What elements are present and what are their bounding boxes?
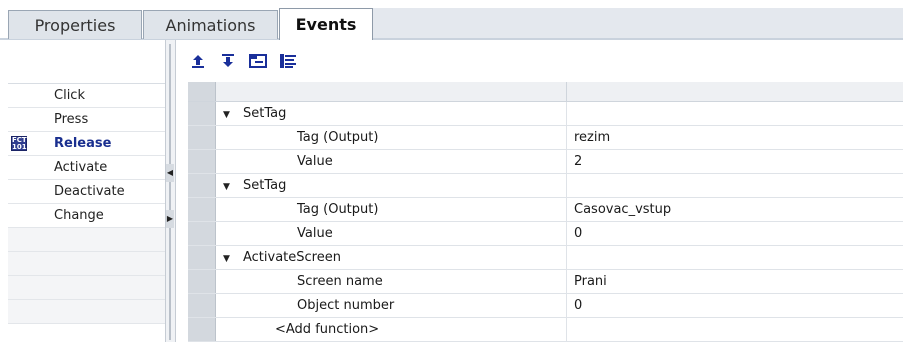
collapse-triangle-icon[interactable]: ▼ xyxy=(223,176,237,199)
grid-header-name xyxy=(217,82,567,101)
table-row[interactable]: Screen name Prani xyxy=(188,270,903,294)
event-list: Click Press FCT 101 Release Activate Deac… xyxy=(8,40,166,342)
row-header-cell[interactable] xyxy=(188,126,216,149)
tab-animations[interactable]: Animations xyxy=(143,10,278,39)
event-item-deactivate[interactable]: Deactivate xyxy=(8,180,165,204)
splitter-line xyxy=(169,44,171,340)
grid-header-row xyxy=(188,82,903,102)
table-row[interactable]: ▼ SetTag xyxy=(188,174,903,198)
row-header-cell[interactable] xyxy=(188,174,216,197)
parameter-name: Value xyxy=(217,222,567,245)
event-item-change[interactable]: Change xyxy=(8,204,165,228)
event-list-empty-row xyxy=(8,276,165,300)
move-down-icon[interactable] xyxy=(217,50,239,72)
function-value xyxy=(568,174,903,197)
event-list-header xyxy=(8,40,165,84)
table-row[interactable]: Tag (Output) rezim xyxy=(188,126,903,150)
row-header-cell[interactable] xyxy=(188,102,216,125)
tab-bar-fill xyxy=(372,8,903,38)
event-list-empty-row xyxy=(8,252,165,276)
row-header-cell[interactable] xyxy=(188,294,216,317)
collapse-all-icon[interactable] xyxy=(277,50,299,72)
row-header-cell[interactable] xyxy=(188,318,216,341)
parameter-name: Value xyxy=(217,150,567,173)
parameter-value[interactable]: 0 xyxy=(568,294,903,317)
table-row[interactable]: ▼ SetTag xyxy=(188,102,903,126)
event-item-click[interactable]: Click xyxy=(8,84,165,108)
parameter-name: Screen name xyxy=(217,270,567,293)
parameter-value[interactable]: Prani xyxy=(568,270,903,293)
event-item-press[interactable]: Press xyxy=(8,108,165,132)
expand-right-icon[interactable]: ▶ xyxy=(166,210,174,228)
parameter-name: Tag (Output) xyxy=(217,126,567,149)
collapse-triangle-icon[interactable]: ▼ xyxy=(223,104,237,127)
parameter-value[interactable]: 0 xyxy=(568,222,903,245)
table-row[interactable]: Value 2 xyxy=(188,150,903,174)
row-header-cell[interactable] xyxy=(188,246,216,269)
table-row[interactable]: Tag (Output) Casovac_vstup xyxy=(188,198,903,222)
tab-properties[interactable]: Properties xyxy=(8,10,142,39)
event-list-empty-row xyxy=(8,300,165,324)
grid-header-value xyxy=(568,82,903,101)
parameter-value[interactable]: Casovac_vstup xyxy=(568,198,903,221)
tab-bar: Properties Animations Events xyxy=(0,0,903,40)
event-item-label: Release xyxy=(54,136,112,151)
collapse-left-icon[interactable]: ◀ xyxy=(166,164,174,182)
event-item-release[interactable]: FCT 101 Release xyxy=(8,132,165,156)
parameter-name: Tag (Output) xyxy=(217,198,567,221)
move-up-icon[interactable] xyxy=(187,50,209,72)
parameter-name: Object number xyxy=(217,294,567,317)
function-list-icon: FCT 101 xyxy=(11,136,27,151)
table-row[interactable]: Value 0 xyxy=(188,222,903,246)
row-header-cell[interactable] xyxy=(188,198,216,221)
tab-events[interactable]: Events xyxy=(279,8,373,40)
panel-splitter[interactable]: ◀ ▶ xyxy=(166,40,176,342)
row-header-cell[interactable] xyxy=(188,150,216,173)
event-list-empty-row xyxy=(8,228,165,252)
event-item-activate[interactable]: Activate xyxy=(8,156,165,180)
table-row[interactable]: Object number 0 xyxy=(188,294,903,318)
collapse-triangle-icon[interactable]: ▼ xyxy=(223,248,237,271)
parameter-value[interactable]: rezim xyxy=(568,126,903,149)
expand-all-icon[interactable] xyxy=(247,50,269,72)
function-value xyxy=(568,246,903,269)
add-function-cell[interactable]: <Add function> xyxy=(217,318,567,341)
row-header-cell xyxy=(188,82,216,101)
function-name: ActivateScreen xyxy=(243,250,341,265)
row-header-cell[interactable] xyxy=(188,270,216,293)
add-function-value xyxy=(568,318,903,341)
function-list-grid: ▼ SetTag Tag (Output) rezim Value 2 ▼ SetT… xyxy=(188,82,903,342)
row-header-cell[interactable] xyxy=(188,222,216,245)
function-name: SetTag xyxy=(243,106,287,121)
parameter-value[interactable]: 2 xyxy=(568,150,903,173)
function-value xyxy=(568,102,903,125)
function-name: SetTag xyxy=(243,178,287,193)
table-row[interactable]: <Add function> xyxy=(188,318,903,342)
function-list-toolbar xyxy=(177,40,903,82)
table-row[interactable]: ▼ ActivateScreen xyxy=(188,246,903,270)
